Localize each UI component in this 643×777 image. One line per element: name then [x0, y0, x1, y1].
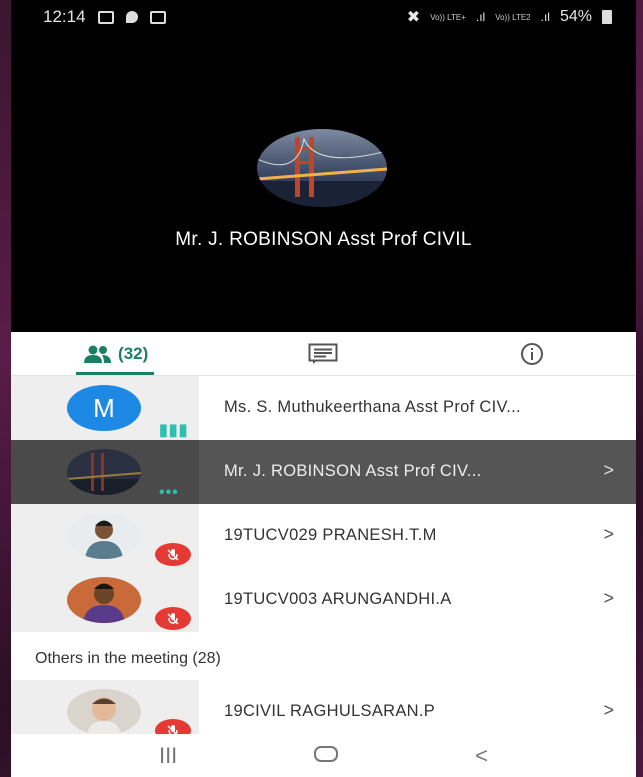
signal-bars-icon: .ıl [540, 10, 550, 24]
chat-icon [308, 343, 338, 364]
list-item[interactable]: 19TUCV029 PRANESH.T.M > [11, 504, 636, 568]
back-button[interactable]: < [475, 743, 488, 769]
tab-chat[interactable] [219, 332, 427, 375]
mute-status-icon: ✖ [406, 9, 421, 26]
participant-name: 19TUCV029 PRANESH.T.M [224, 526, 437, 544]
speaking-indicator-icon: ▮▮▮ [159, 422, 189, 439]
home-icon [314, 745, 339, 762]
signal-bars-icon: .ıl [475, 10, 486, 24]
gallery-icon [97, 10, 114, 24]
participant-tile [11, 568, 199, 632]
participant-name: 19TUCV003 ARUNGANDHI.A [224, 590, 452, 608]
clock: 12:14 [43, 7, 86, 26]
list-item[interactable]: ••• Mr. J. ROBINSON Asst Prof CIV... > [11, 440, 636, 504]
chevron-right-icon[interactable]: > [603, 460, 614, 481]
home-button[interactable] [313, 743, 339, 769]
participant-name: Mr. J. ROBINSON Asst Prof CIV... [224, 462, 482, 480]
participant-name: 19CIVIL RAGHULSARAN.P [224, 702, 436, 720]
system-nav-bar: III < [11, 734, 636, 777]
others-section-header: Others in the meeting (28) [35, 650, 221, 667]
tab-bar: (32) [11, 332, 636, 376]
chevron-right-icon[interactable]: > [603, 588, 614, 609]
signal-1: Vo)) LTE+ [430, 12, 466, 22]
location-icon [125, 11, 138, 23]
participant-tile: ••• [11, 440, 199, 504]
tab-info[interactable] [428, 332, 636, 375]
mic-off-icon [155, 719, 191, 734]
battery-percent: 54% [559, 8, 592, 25]
speaking-indicator-icon: ••• [159, 484, 179, 501]
avatar [67, 577, 141, 623]
participant-tile [11, 504, 199, 568]
participant-name: Ms. S. Muthukeerthana Asst Prof CIV... [224, 398, 521, 416]
chevron-right-icon[interactable]: > [603, 700, 614, 721]
participants-list: M ▮▮▮ Ms. S. Muthukeerthana Asst Prof CI… [11, 376, 636, 734]
chevron-right-icon[interactable]: > [603, 524, 614, 545]
presenter-name: Mr. J. ROBINSON Asst Prof CIVIL [175, 229, 472, 250]
people-icon [84, 345, 112, 363]
info-icon [520, 342, 543, 365]
avatar [67, 689, 141, 734]
avatar [67, 449, 141, 495]
battery-icon [602, 10, 612, 24]
tab-participants[interactable]: (32) [11, 332, 219, 375]
list-item[interactable]: M ▮▮▮ Ms. S. Muthukeerthana Asst Prof CI… [11, 376, 636, 440]
participant-tile: M ▮▮▮ [11, 376, 199, 440]
participant-tile [11, 680, 199, 734]
phone-screen: 12:14 ✖ Vo)) LTE+ .ıl Vo)) LTE2 .ıl 54% [11, 0, 636, 777]
presenter-avatar [257, 129, 387, 207]
notification-icon [149, 10, 166, 24]
recents-button[interactable]: III [159, 743, 177, 769]
signal-2: Vo)) LTE2 [495, 12, 531, 22]
video-area[interactable]: Mr. J. ROBINSON Asst Prof CIVIL [11, 34, 636, 332]
participants-count: (32) [118, 343, 149, 363]
avatar: M [67, 385, 141, 431]
avatar [67, 513, 141, 559]
status-bar: 12:14 ✖ Vo)) LTE+ .ıl Vo)) LTE2 .ıl 54% [11, 0, 636, 34]
list-item[interactable]: 19CIVIL RAGHULSARAN.P > [11, 680, 636, 734]
list-item[interactable]: 19TUCV003 ARUNGANDHI.A > [11, 568, 636, 632]
mic-off-icon [155, 543, 191, 566]
mic-off-icon [155, 607, 191, 630]
